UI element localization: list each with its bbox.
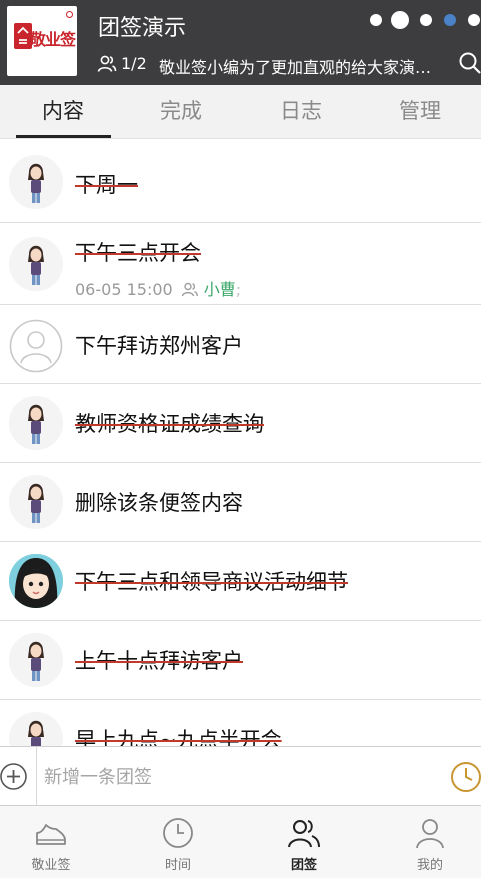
- group-icon: [288, 820, 320, 848]
- page-title: 团签演示: [98, 16, 187, 41]
- nav-label: 时间: [164, 858, 191, 873]
- add-note-bar: [0, 746, 481, 806]
- people-icon[interactable]: [97, 55, 117, 73]
- girl-avatar: [9, 475, 63, 529]
- person-icon: [416, 819, 444, 849]
- note-text: 上午十点拜访客户: [75, 649, 243, 673]
- note-text: 下午拜访郑州客户: [75, 334, 243, 358]
- girl-avatar: [9, 633, 63, 687]
- tab-bar: 内容 完成 日志 管理: [0, 85, 481, 139]
- list-item[interactable]: 下午拜访郑州客户: [0, 305, 481, 384]
- girl-avatar: [9, 237, 63, 291]
- nav-label: 敬业签: [31, 858, 71, 873]
- list-item[interactable]: 下午三点和领导商议活动细节: [0, 542, 481, 621]
- note-text: 下午三点和领导商议活动细节: [75, 570, 348, 594]
- default-avatar: [9, 319, 63, 373]
- registered-mark: [66, 11, 73, 18]
- reminder-time: 06-05 15:00: [75, 280, 173, 299]
- list-item[interactable]: 教师资格证成绩查询: [0, 384, 481, 463]
- note-list[interactable]: 下周一 下午三点开会 06-05 15:00 小曹; 下午拜访郑州客户 教师资格…: [0, 140, 481, 746]
- girl-avatar: [9, 396, 63, 450]
- note-text: 删除该条便签内容: [75, 491, 243, 515]
- nav-item-mine[interactable]: 我的: [370, 806, 481, 878]
- girl-avatar: [9, 155, 63, 209]
- app-logo[interactable]: 敬业签: [7, 6, 77, 76]
- clock-icon: [163, 818, 193, 848]
- more-menu-button[interactable]: [368, 9, 481, 31]
- list-item[interactable]: 下午三点开会 06-05 15:00 小曹;: [0, 223, 481, 305]
- group-description: 敬业签小编为了更加直观的给大家演示…: [159, 58, 441, 77]
- girl-avatar: [9, 712, 63, 746]
- nav-item-group[interactable]: 团签: [244, 806, 364, 878]
- separator: ;: [235, 280, 242, 299]
- dot-indicator: [444, 14, 456, 26]
- note-text: 教师资格证成绩查询: [75, 412, 264, 436]
- divider: [36, 747, 37, 805]
- app-header: 敬业签 团签演示 1/2 敬业签小编为了更加直观的给大家演示…: [0, 0, 481, 85]
- tab-content[interactable]: 内容: [3, 85, 123, 138]
- note-meta: 06-05 15:00 小曹;: [75, 276, 241, 300]
- nav-item-time[interactable]: 时间: [118, 806, 238, 878]
- note-text: 早上九点~九点半开会: [75, 728, 282, 746]
- people-icon: [181, 282, 198, 297]
- nav-label: 我的: [416, 858, 443, 873]
- list-item[interactable]: 上午十点拜访客户: [0, 621, 481, 700]
- logo-text: 敬业签: [30, 30, 76, 49]
- new-note-input[interactable]: [44, 763, 434, 791]
- tab-completed[interactable]: 完成: [121, 85, 241, 138]
- members-count[interactable]: 1/2: [121, 54, 147, 73]
- active-tab-indicator: [16, 135, 111, 138]
- note-text: 下周一: [75, 173, 138, 197]
- shoe-icon: [36, 824, 66, 845]
- plus-circle-icon[interactable]: [0, 763, 27, 790]
- assigned-person: 小曹: [203, 280, 236, 299]
- dot-indicator: [420, 14, 432, 26]
- dot-indicator: [370, 14, 382, 26]
- list-item[interactable]: 早上九点~九点半开会: [0, 700, 481, 746]
- tab-manage[interactable]: 管理: [360, 85, 480, 138]
- tab-log[interactable]: 日志: [241, 85, 361, 138]
- list-item[interactable]: 下周一: [0, 140, 481, 223]
- nav-item-jingyeqian[interactable]: 敬业签: [0, 806, 111, 878]
- clock-icon[interactable]: [450, 761, 481, 793]
- nav-label: 团签: [290, 858, 317, 873]
- dot-indicator: [468, 14, 480, 26]
- note-text: 下午三点开会: [75, 241, 201, 265]
- dot-indicator: [391, 11, 409, 29]
- cartoon-avatar: [9, 554, 63, 608]
- list-item[interactable]: 删除该条便签内容: [0, 463, 481, 542]
- bottom-nav: 敬业签 时间 团签 我的: [0, 806, 481, 878]
- search-icon[interactable]: [459, 52, 481, 74]
